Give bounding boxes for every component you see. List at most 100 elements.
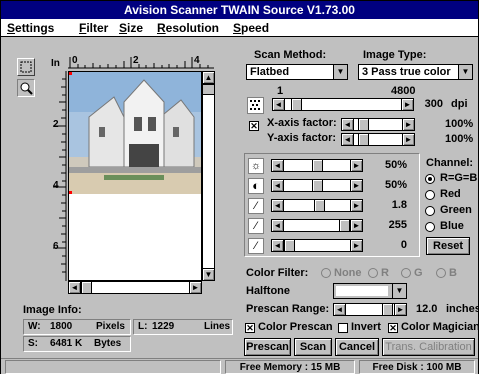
dropdown-arrow-icon[interactable]: ▼ xyxy=(458,65,472,79)
horizontal-ruler: 0 2 4 xyxy=(68,55,214,69)
h-tick-0: 0 xyxy=(72,55,78,66)
prescan-range-slider-thumb[interactable] xyxy=(382,304,393,315)
slider-left-arrow-icon[interactable]: ◄ xyxy=(272,220,284,231)
free-disk-status: Free Disk : 100 MB xyxy=(359,360,475,374)
highlight-slider-thumb[interactable] xyxy=(339,220,350,231)
brightness-slider[interactable]: ◄ ► xyxy=(271,159,363,172)
x-axis-label: X-axis factor: xyxy=(267,117,337,129)
zoom-icon[interactable] xyxy=(17,79,35,97)
menu-resolution[interactable]: Resolution xyxy=(157,21,219,35)
slider-left-arrow-icon[interactable]: ◄ xyxy=(342,134,354,145)
size-label: S: xyxy=(28,338,38,349)
dropdown-arrow-icon[interactable]: ▼ xyxy=(392,284,406,298)
menu-filter-label: ilter xyxy=(86,21,109,35)
filter-r-radio[interactable] xyxy=(368,268,378,278)
x-axis-slider[interactable]: ◄ ► xyxy=(341,118,415,131)
gamma-value: 1.8 xyxy=(391,199,407,211)
filter-b-radio[interactable] xyxy=(436,268,446,278)
slider-right-arrow-icon[interactable]: ► xyxy=(401,99,413,110)
filter-g-label: G xyxy=(414,267,423,279)
filter-r-label: R xyxy=(381,267,389,279)
slider-left-arrow-icon[interactable]: ◄ xyxy=(342,119,354,130)
vertical-ruler: 2 4 6 xyxy=(53,71,67,281)
channel-red-label: Red xyxy=(440,188,461,200)
dropdown-arrow-icon[interactable]: ▼ xyxy=(333,65,347,79)
free-memory-status: Free Memory : 15 MB xyxy=(225,360,355,374)
menu-settings[interactable]: Settings xyxy=(7,21,54,35)
invert-checkbox[interactable] xyxy=(338,323,348,333)
y-axis-slider-thumb[interactable] xyxy=(358,134,369,145)
scan-method-value: Flatbed xyxy=(250,66,290,78)
slider-left-arrow-icon[interactable]: ◄ xyxy=(272,200,284,211)
crop-handle-bottom-left[interactable] xyxy=(69,191,72,194)
menu-speed[interactable]: Speed xyxy=(233,21,269,35)
shadow-slider-thumb[interactable] xyxy=(284,240,295,251)
cancel-button[interactable]: Cancel xyxy=(335,338,379,356)
channel-blue-radio[interactable] xyxy=(425,222,435,232)
slider-left-arrow-icon[interactable]: ◄ xyxy=(272,240,284,251)
image-type-select[interactable]: 3 Pass true color ▼ xyxy=(358,64,473,80)
image-length-box: L: 1229 Lines xyxy=(133,319,233,335)
slider-right-arrow-icon[interactable]: ► xyxy=(402,134,414,145)
width-label: W: xyxy=(28,321,41,332)
contrast-slider-thumb[interactable] xyxy=(311,180,323,191)
brightness-slider-thumb[interactable] xyxy=(311,160,323,171)
contrast-slider[interactable]: ◄ ► xyxy=(271,179,363,192)
slider-left-arrow-icon[interactable]: ◄ xyxy=(272,160,284,171)
preview-area[interactable] xyxy=(68,71,202,281)
crop-handle-top-left[interactable] xyxy=(69,72,72,75)
y-axis-slider[interactable]: ◄ ► xyxy=(341,133,415,146)
resolution-slider[interactable]: ◄ ► xyxy=(272,98,414,111)
slider-right-arrow-icon[interactable]: ► xyxy=(394,304,406,315)
select-area-icon[interactable] xyxy=(17,58,35,76)
slider-right-arrow-icon[interactable]: ► xyxy=(350,240,362,251)
color-prescan-checkbox[interactable]: ✕ xyxy=(245,323,255,333)
scroll-right-arrow-icon[interactable]: ► xyxy=(189,282,201,293)
slider-right-arrow-icon[interactable]: ► xyxy=(350,180,362,191)
vertical-scroll-thumb[interactable] xyxy=(203,84,214,95)
highlight-slider[interactable]: ◄ ► xyxy=(271,219,363,232)
slider-right-arrow-icon[interactable]: ► xyxy=(350,220,362,231)
slider-right-arrow-icon[interactable]: ► xyxy=(402,119,414,130)
brightness-icon: ☼ xyxy=(248,158,264,174)
halftone-select[interactable]: ▼ xyxy=(333,283,407,299)
resolution-slider-thumb[interactable] xyxy=(291,99,303,110)
gamma-slider-thumb[interactable] xyxy=(314,200,326,211)
horizontal-scroll-thumb[interactable] xyxy=(81,282,92,293)
invert-label: Invert xyxy=(351,321,381,333)
filter-g-radio[interactable] xyxy=(401,268,411,278)
slider-left-arrow-icon[interactable]: ◄ xyxy=(272,180,284,191)
gamma-slider[interactable]: ◄ ► xyxy=(271,199,363,212)
preview-horizontal-scrollbar[interactable]: ◄ ► xyxy=(68,281,202,294)
status-empty-panel xyxy=(5,360,221,374)
slider-right-arrow-icon[interactable]: ► xyxy=(350,200,362,211)
preview-vertical-scrollbar[interactable]: ▲ ▼ xyxy=(202,71,215,281)
menu-settings-accel: S xyxy=(7,21,16,35)
halftone-label: Halftone xyxy=(246,285,290,297)
contrast-icon: ◐ xyxy=(248,178,264,194)
scan-method-select[interactable]: Flatbed ▼ xyxy=(246,64,348,80)
slider-left-arrow-icon[interactable]: ◄ xyxy=(334,304,346,315)
shadow-slider[interactable]: ◄ ► xyxy=(271,239,363,252)
trans-calibration-button[interactable]: Trans. Calibration xyxy=(382,338,475,356)
reset-button[interactable]: Reset xyxy=(426,237,470,255)
size-value: 6481 K xyxy=(50,338,83,349)
scroll-up-arrow-icon[interactable]: ▲ xyxy=(203,72,214,84)
channel-rgb-radio[interactable] xyxy=(425,174,435,184)
scan-button[interactable]: Scan xyxy=(294,338,332,356)
menu-filter[interactable]: Filter xyxy=(79,21,108,35)
filter-none-radio[interactable] xyxy=(321,268,331,278)
axis-factor-checkbox[interactable]: ✕ xyxy=(249,121,259,131)
x-axis-slider-thumb[interactable] xyxy=(358,119,369,130)
color-magician-checkbox[interactable]: ✕ xyxy=(388,323,398,333)
slider-left-arrow-icon[interactable]: ◄ xyxy=(273,99,285,110)
scroll-left-arrow-icon[interactable]: ◄ xyxy=(69,282,81,293)
prescan-button[interactable]: Prescan xyxy=(244,338,291,356)
menu-size[interactable]: Size xyxy=(119,21,143,35)
color-filter-label: Color Filter: xyxy=(246,267,309,279)
channel-red-radio[interactable] xyxy=(425,190,435,200)
channel-green-radio[interactable] xyxy=(425,206,435,216)
slider-right-arrow-icon[interactable]: ► xyxy=(350,160,362,171)
scroll-down-arrow-icon[interactable]: ▼ xyxy=(203,268,214,280)
prescan-range-slider[interactable]: ◄ ► xyxy=(333,303,407,316)
